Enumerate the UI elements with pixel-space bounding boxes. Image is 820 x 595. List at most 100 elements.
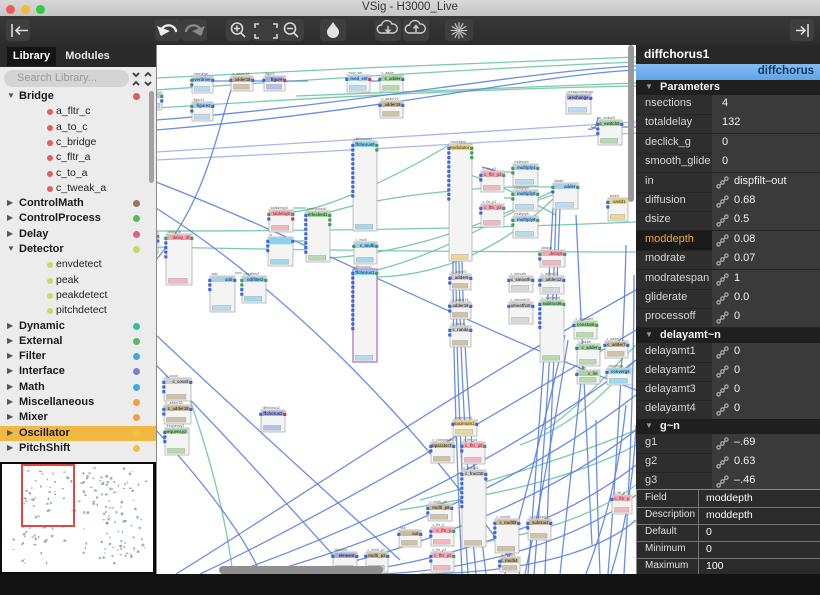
svg-text:modulator: modulator xyxy=(449,145,470,150)
svg-text:ffchorus2: ffchorus2 xyxy=(263,411,283,416)
svg-text:c_adder: c_adder xyxy=(581,345,597,350)
svg-text:c_adder12: c_adder12 xyxy=(541,277,562,282)
svg-text:c_switch5: c_switch5 xyxy=(599,121,620,126)
svg-text:pressurechange: pressurechange xyxy=(568,90,594,94)
svg-text:c_adder: c_adder xyxy=(579,340,593,344)
svg-text:c_fltr_p3: c_fltr_p3 xyxy=(484,205,502,210)
svg-text:c_multi4: c_multi4 xyxy=(502,553,515,557)
svg-text:_multi_p2: _multi_p2 xyxy=(365,553,386,558)
svg-text:c_smooth10: c_smooth10 xyxy=(511,298,531,302)
svg-text:c_lin: c_lin xyxy=(579,366,586,370)
svg-text:c_subtract: c_subtract xyxy=(530,515,547,519)
svg-text:multiply5: multiply5 xyxy=(517,191,536,196)
svg-text:maximum1: maximum1 xyxy=(455,416,473,420)
svg-text:c_fract10: c_fract10 xyxy=(464,466,479,470)
svg-text:c_adder7: c_adder7 xyxy=(607,342,626,347)
svg-text:overdrive: overdrive xyxy=(194,72,209,76)
svg-text:element: element xyxy=(339,553,355,558)
svg-text:c_fltr_p2: c_fltr_p2 xyxy=(434,553,452,558)
svg-text:andd1: andd1 xyxy=(613,199,626,204)
svg-text:frequency2: frequency2 xyxy=(167,424,185,428)
svg-text:figure2: figure2 xyxy=(197,103,212,108)
svg-text:c_multi_p6: c_multi_p6 xyxy=(430,500,447,504)
svg-text:delay_df: delay_df xyxy=(173,235,191,240)
svg-text:subtract6: subtract6 xyxy=(543,301,563,306)
svg-text:figure: figure xyxy=(271,77,283,82)
svg-text:interlocked1: interlocked1 xyxy=(308,207,327,211)
svg-text:c_adder18: c_adder18 xyxy=(230,77,251,82)
svg-text:c_fract10: c_fract10 xyxy=(465,471,484,476)
svg-text:multiply4: multiply4 xyxy=(517,165,536,170)
svg-text:c_comparator3: c_comparator3 xyxy=(433,438,457,442)
svg-text:c_subtract6: c_subtract6 xyxy=(542,296,561,300)
svg-text:c_count: c_count xyxy=(172,379,189,384)
svg-text:c_fltr_p5: c_fltr_p5 xyxy=(465,443,483,448)
svg-text:multiply4: multiply4 xyxy=(515,160,529,164)
svg-text:modfilter2: modfilter2 xyxy=(244,272,260,276)
svg-text:c_fltr_p: c_fltr_p xyxy=(614,491,626,495)
svg-text:c_fltr_p5: c_fltr_p5 xyxy=(464,438,478,442)
svg-text:c_adder5: c_adder5 xyxy=(450,275,469,280)
svg-text:add: add xyxy=(212,272,218,276)
svg-text:_multi_p6: _multi_p6 xyxy=(429,505,450,510)
svg-text:c_multi: c_multi xyxy=(360,243,375,248)
svg-text:c_constant: c_constant xyxy=(576,317,593,321)
svg-text:c_adder18: c_adder18 xyxy=(233,72,250,76)
svg-text:delay5: delay5 xyxy=(549,251,563,256)
svg-text:odfilter2: odfilter2 xyxy=(247,277,264,282)
svg-text:c_lin: c_lin xyxy=(588,371,598,376)
svg-text:c_multi8: c_multi8 xyxy=(500,520,518,525)
svg-text:_subtract: _subtract xyxy=(529,520,549,525)
svg-text:mod_set: mod_set xyxy=(350,76,368,81)
svg-text:converge: converge xyxy=(611,369,630,374)
svg-text:mod_set: mod_set xyxy=(349,71,363,75)
svg-text:diffchorus1: diffchorus1 xyxy=(355,265,373,269)
svg-text:c_adder18: c_adder18 xyxy=(168,406,189,411)
svg-text:totaldelay0: totaldelay0 xyxy=(271,206,288,210)
svg-text:c_fltr_p2: c_fltr_p2 xyxy=(484,172,502,177)
svg-text:c_fltr_p2: c_fltr_p2 xyxy=(433,548,447,552)
svg-text:erlocked1: erlocked1 xyxy=(308,212,328,217)
svg-text:c_randa: c_randa xyxy=(452,327,469,332)
svg-text:figure2: figure2 xyxy=(194,98,205,102)
svg-text:in: in xyxy=(270,233,273,237)
svg-text:figure: figure xyxy=(266,72,275,76)
svg-text:adder: adder xyxy=(564,184,576,189)
svg-text:c_fltr_p2: c_fltr_p2 xyxy=(483,167,497,171)
svg-text:c_fltr_p: c_fltr_p xyxy=(433,523,445,527)
svg-text:c_smooth: c_smooth xyxy=(511,277,531,282)
svg-text:c_multi: c_multi xyxy=(356,238,368,242)
svg-text:modulator: modulator xyxy=(451,140,468,144)
svg-text:requency2: requency2 xyxy=(166,429,188,434)
svg-text:c_adder18: c_adder18 xyxy=(166,401,183,405)
svg-text:c_adder7: c_adder7 xyxy=(607,337,622,341)
svg-text:c_fltr_p: c_fltr_p xyxy=(614,496,630,501)
svg-text:taldelay0: taldelay0 xyxy=(273,211,292,216)
svg-text:mparator3: mparator3 xyxy=(431,443,452,448)
svg-text:c_adder19: c_adder19 xyxy=(380,102,401,107)
svg-text:c_fltr_p3: c_fltr_p3 xyxy=(483,200,497,204)
svg-text:add: add xyxy=(225,277,233,282)
svg-text:c_adder12: c_adder12 xyxy=(542,272,559,276)
svg-text:c_fltr_p: c_fltr_p xyxy=(436,528,452,533)
svg-text:_smooth10: _smooth10 xyxy=(507,303,531,308)
svg-text:delay_df: delay_df xyxy=(168,230,182,234)
svg-text:c_adder19: c_adder19 xyxy=(382,97,399,101)
svg-text:maximum1: maximum1 xyxy=(453,421,476,426)
svg-text:multiply6: multiply6 xyxy=(517,217,536,222)
svg-text:c_adder: c_adder xyxy=(382,71,396,75)
svg-text:urechange: urechange xyxy=(567,95,589,100)
svg-text:diffchorus0: diffchorus0 xyxy=(355,137,373,141)
svg-text:out: out xyxy=(401,526,406,530)
svg-text:andd1: andd1 xyxy=(610,194,620,198)
svg-text:converge: converge xyxy=(609,364,624,368)
svg-text:_constant: _constant xyxy=(574,322,595,327)
svg-text:c_switch5: c_switch5 xyxy=(600,116,616,120)
svg-text:multiply6: multiply6 xyxy=(515,212,529,216)
svg-text:overdrive: overdrive xyxy=(192,77,212,82)
svg-text:c_multi8: c_multi8 xyxy=(497,515,510,519)
svg-text:adder: adder xyxy=(555,179,565,183)
svg-text:diffchorus2: diffchorus2 xyxy=(263,406,281,410)
svg-text:c_adder: c_adder xyxy=(384,76,400,81)
svg-text:c_count: c_count xyxy=(166,374,179,378)
